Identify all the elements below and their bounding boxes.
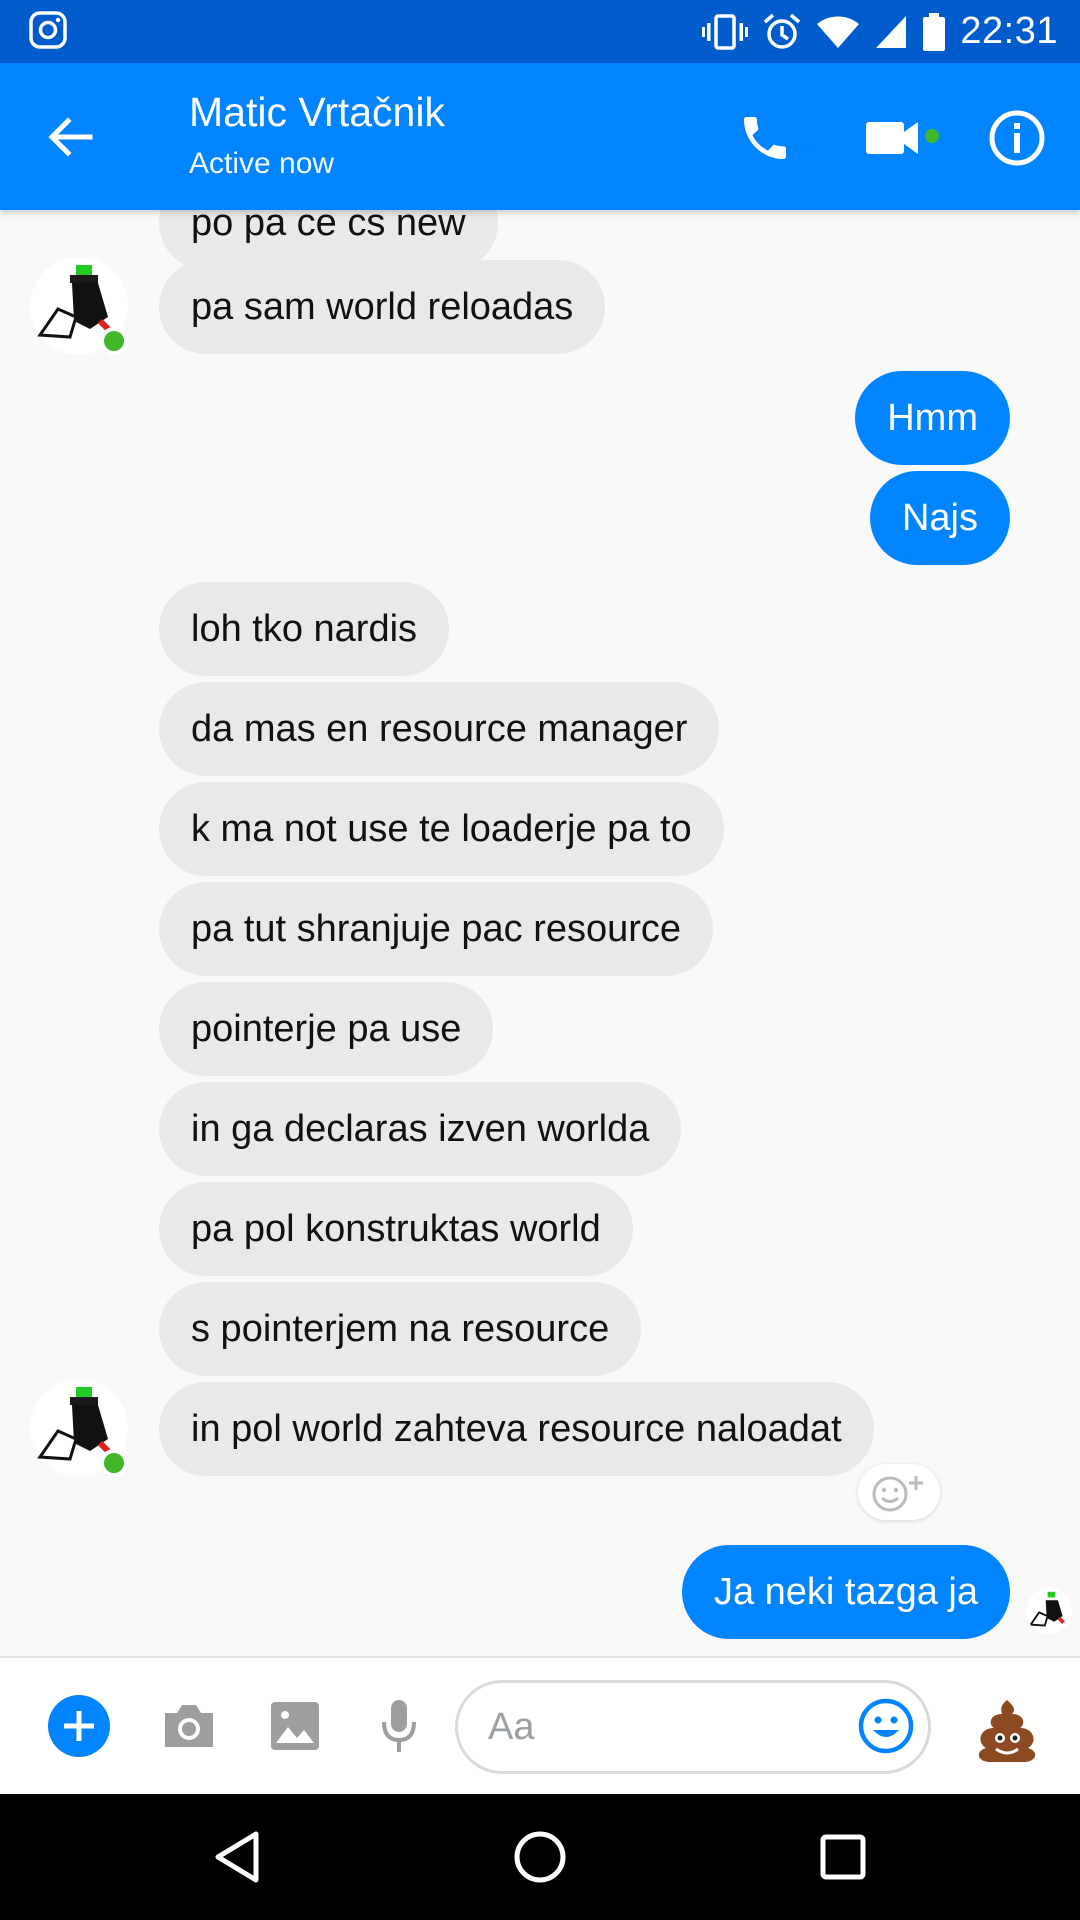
back-arrow-icon: [48, 117, 93, 157]
incoming-message[interactable]: pa sam world reloadas: [159, 260, 606, 354]
nav-recents-button[interactable]: [813, 1827, 873, 1887]
incoming-message[interactable]: in ga declaras izven worlda: [159, 1082, 682, 1176]
add-reaction-button[interactable]: [858, 1464, 940, 1520]
incoming-message[interactable]: da mas en resource manager: [159, 682, 720, 776]
incoming-message[interactable]: in pol world zahteva resource naloadat: [159, 1382, 874, 1476]
nav-home-button[interactable]: [510, 1827, 570, 1887]
info-icon: [989, 110, 1045, 166]
voice-call-button[interactable]: [730, 103, 800, 173]
signal-icon: [876, 15, 907, 48]
image-icon: [271, 1702, 319, 1750]
camera-icon: [165, 1705, 213, 1747]
battery-icon: [923, 12, 946, 51]
video-call-button[interactable]: [862, 103, 942, 173]
gallery-button[interactable]: [260, 1691, 330, 1761]
more-actions-button[interactable]: [44, 1691, 114, 1761]
microphone-icon: [382, 1700, 416, 1752]
nav-home-icon: [514, 1831, 566, 1883]
incoming-message[interactable]: pa tut shranjuje pac resource: [159, 882, 714, 976]
voice-message-button[interactable]: [364, 1691, 434, 1761]
incoming-message[interactable]: k ma not use te loaderje pa to: [159, 782, 724, 876]
nav-recents-icon: [820, 1834, 866, 1880]
seen-by-avatar: [1026, 1588, 1072, 1634]
contact-avatar[interactable]: [30, 1379, 128, 1477]
emoji-icon[interactable]: [858, 1698, 914, 1754]
contact-avatar[interactable]: [30, 257, 128, 355]
online-status-dot: [100, 327, 128, 355]
status-time: 22:31: [960, 10, 1058, 52]
wifi-icon: [817, 16, 860, 48]
outgoing-message[interactable]: Ja neki tazga ja: [681, 1545, 1010, 1639]
outgoing-message[interactable]: Najs: [869, 471, 1010, 565]
contact-status: Active now: [189, 147, 335, 180]
online-status-dot: [100, 1449, 128, 1477]
incoming-message[interactable]: pointerje pa use: [159, 982, 494, 1076]
nav-back-button[interactable]: [207, 1827, 267, 1887]
alarm-icon: [764, 13, 801, 49]
back-button[interactable]: [42, 109, 98, 165]
camera-button[interactable]: [154, 1691, 224, 1761]
poop-emoji-icon[interactable]: [972, 1694, 1042, 1764]
avatar-image: [1026, 1588, 1072, 1634]
instagram-icon: [29, 11, 67, 49]
video-camera-icon: [866, 122, 939, 154]
vibrate-icon: [702, 13, 749, 50]
contact-name[interactable]: Matic Vrtačnik: [189, 89, 445, 136]
message-thread[interactable]: po pa ce cs new pa sam world reloadas Hm…: [0, 210, 1080, 1656]
phone-icon: [744, 117, 786, 159]
message-composer: Aa: [0, 1656, 1080, 1794]
nav-back-icon: [215, 1831, 259, 1883]
status-bar: 22:31: [0, 0, 1080, 63]
plus-icon: [48, 1695, 110, 1757]
incoming-message[interactable]: loh tko nardis: [159, 582, 450, 676]
incoming-message[interactable]: pa pol konstruktas world: [159, 1182, 633, 1276]
incoming-message[interactable]: s pointerjem na resource: [159, 1282, 642, 1376]
add-reaction-icon: [872, 1476, 923, 1512]
conversation-header: Matic Vrtačnik Active now: [0, 63, 1080, 210]
outgoing-message[interactable]: Hmm: [855, 371, 1010, 465]
system-navigation-bar: [0, 1794, 1080, 1920]
conversation-info-button[interactable]: [982, 103, 1052, 173]
